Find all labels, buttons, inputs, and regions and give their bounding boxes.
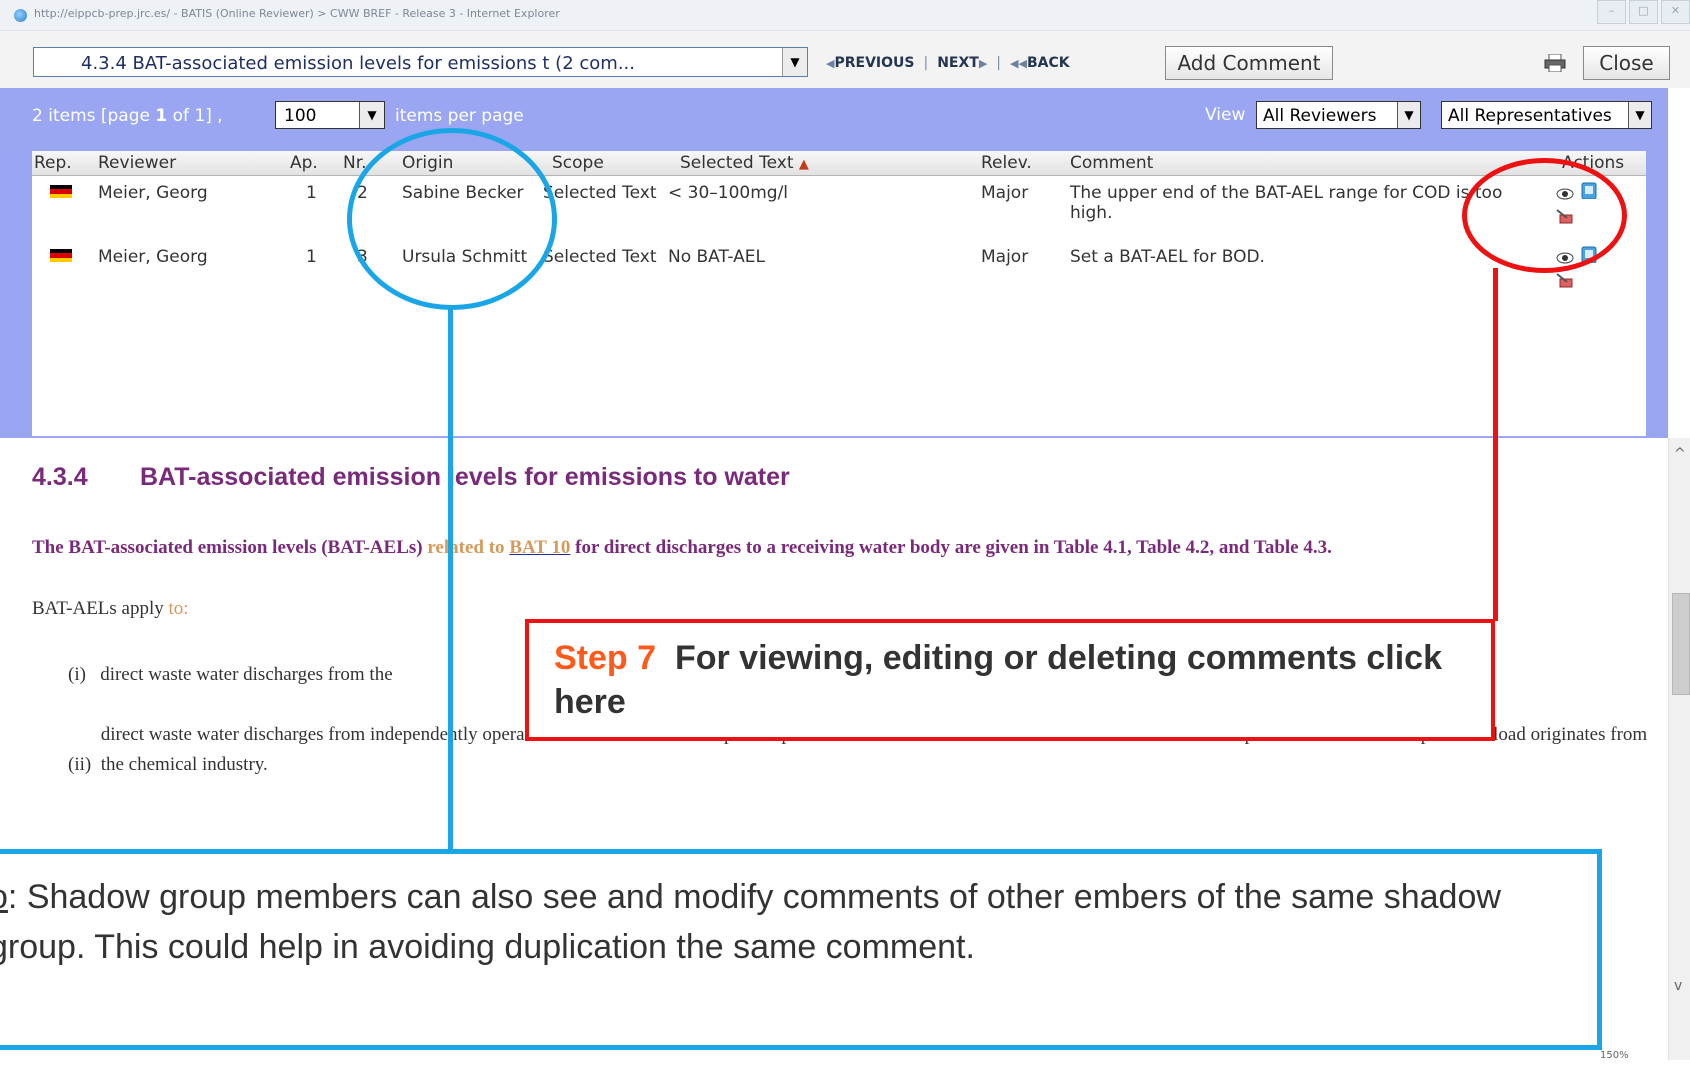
double-arrow-left-icon: ◀◀: [1010, 57, 1027, 70]
col-relev[interactable]: Relev.: [981, 153, 1032, 173]
section-select-value: 4.3.4 BAT-associated emission levels for…: [81, 53, 635, 74]
bat10-link[interactable]: BAT 10: [509, 537, 570, 558]
window-titlebar: http://eippcb-prep.jrc.es/ - BATIS (Onli…: [0, 0, 1690, 31]
arrow-right-icon: ▶: [978, 57, 988, 70]
col-comment[interactable]: Comment: [1070, 153, 1153, 173]
per-page-select[interactable]: 100 ▼: [275, 101, 385, 129]
chevron-down-icon[interactable]: ▼: [782, 48, 807, 76]
section-number: 4.3.4: [32, 463, 88, 491]
scroll-down-icon[interactable]: v: [1674, 978, 1682, 994]
representatives-filter[interactable]: All Representatives ▼: [1441, 101, 1652, 129]
sort-ascending-icon: ▲: [798, 157, 809, 172]
pager-info: 2 items [page 1 of 1] ,: [32, 106, 223, 126]
close-button[interactable]: Close: [1583, 46, 1670, 80]
maximize-button[interactable]: □: [1629, 0, 1658, 24]
apply-paragraph: BAT-AELs apply to:: [32, 598, 189, 619]
document-scrollbar[interactable]: ^ v: [1668, 438, 1690, 1060]
origin-highlight: [347, 128, 557, 310]
comments-table: Rep. Reviewer Ap. Nr. Origin Scope Selec…: [32, 151, 1646, 436]
note-callout: o: Shadow group members can also see and…: [0, 849, 1602, 1050]
reviewers-filter[interactable]: All Reviewers ▼: [1256, 101, 1421, 129]
section-title: BAT-associated emission levels for emiss…: [140, 463, 790, 491]
germany-flag-icon: [50, 185, 72, 198]
per-page-label: items per page: [395, 106, 524, 126]
window-title: http://eippcb-prep.jrc.es/ - BATIS (Onli…: [34, 7, 560, 20]
note-connector: [448, 306, 453, 851]
per-page-value: 100: [284, 106, 317, 126]
nav-links: ◀PREVIOUS | NEXT▶ | ◀◀BACK: [826, 55, 1070, 71]
col-rep[interactable]: Rep.: [34, 153, 72, 173]
col-reviewer[interactable]: Reviewer: [98, 153, 176, 173]
previous-link[interactable]: ◀PREVIOUS: [826, 55, 914, 71]
window-close-button[interactable]: ✕: [1661, 0, 1690, 24]
minimize-button[interactable]: –: [1597, 0, 1626, 24]
actions-highlight: [1462, 158, 1627, 273]
section-select[interactable]: 4.3.4 BAT-associated emission levels for…: [33, 47, 808, 77]
germany-flag-icon: [50, 249, 72, 262]
col-selected-text[interactable]: Selected Text ▲: [680, 153, 809, 173]
review-toolbar: 4.3.4 BAT-associated emission levels for…: [0, 31, 1690, 88]
intro-paragraph: The BAT-associated emission levels (BAT-…: [32, 537, 1332, 558]
window-controls: – □ ✕: [1594, 0, 1690, 24]
page-current: 1: [155, 106, 168, 126]
add-comment-button[interactable]: Add Comment: [1165, 46, 1333, 80]
view-label: View: [1205, 105, 1246, 125]
zoom-level[interactable]: 150%: [1600, 1050, 1629, 1061]
scroll-up-icon[interactable]: ^: [1674, 446, 1686, 462]
chevron-down-icon[interactable]: ▼: [359, 102, 384, 128]
table-header: Rep. Reviewer Ap. Nr. Origin Scope Selec…: [32, 151, 1646, 176]
step-callout: Step 7 For viewing, editing or deleting …: [525, 619, 1495, 741]
list-item: (i) direct waste water discharges from t…: [68, 664, 393, 685]
chevron-down-icon[interactable]: ▼: [1628, 102, 1651, 128]
next-link[interactable]: NEXT▶: [937, 55, 987, 71]
browser-icon: [14, 9, 27, 22]
col-ap[interactable]: Ap.: [290, 153, 318, 173]
col-scope[interactable]: Scope: [552, 153, 604, 173]
comments-panel: 2 items [page 1 of 1] , 100 ▼ items per …: [0, 88, 1668, 438]
chevron-down-icon[interactable]: ▼: [1397, 102, 1420, 128]
back-link[interactable]: ◀◀BACK: [1010, 55, 1070, 71]
delete-icon[interactable]: [1556, 271, 1574, 289]
scrollbar-thumb[interactable]: [1672, 593, 1690, 695]
print-icon[interactable]: [1544, 54, 1566, 72]
callout-connector: [1493, 268, 1498, 621]
